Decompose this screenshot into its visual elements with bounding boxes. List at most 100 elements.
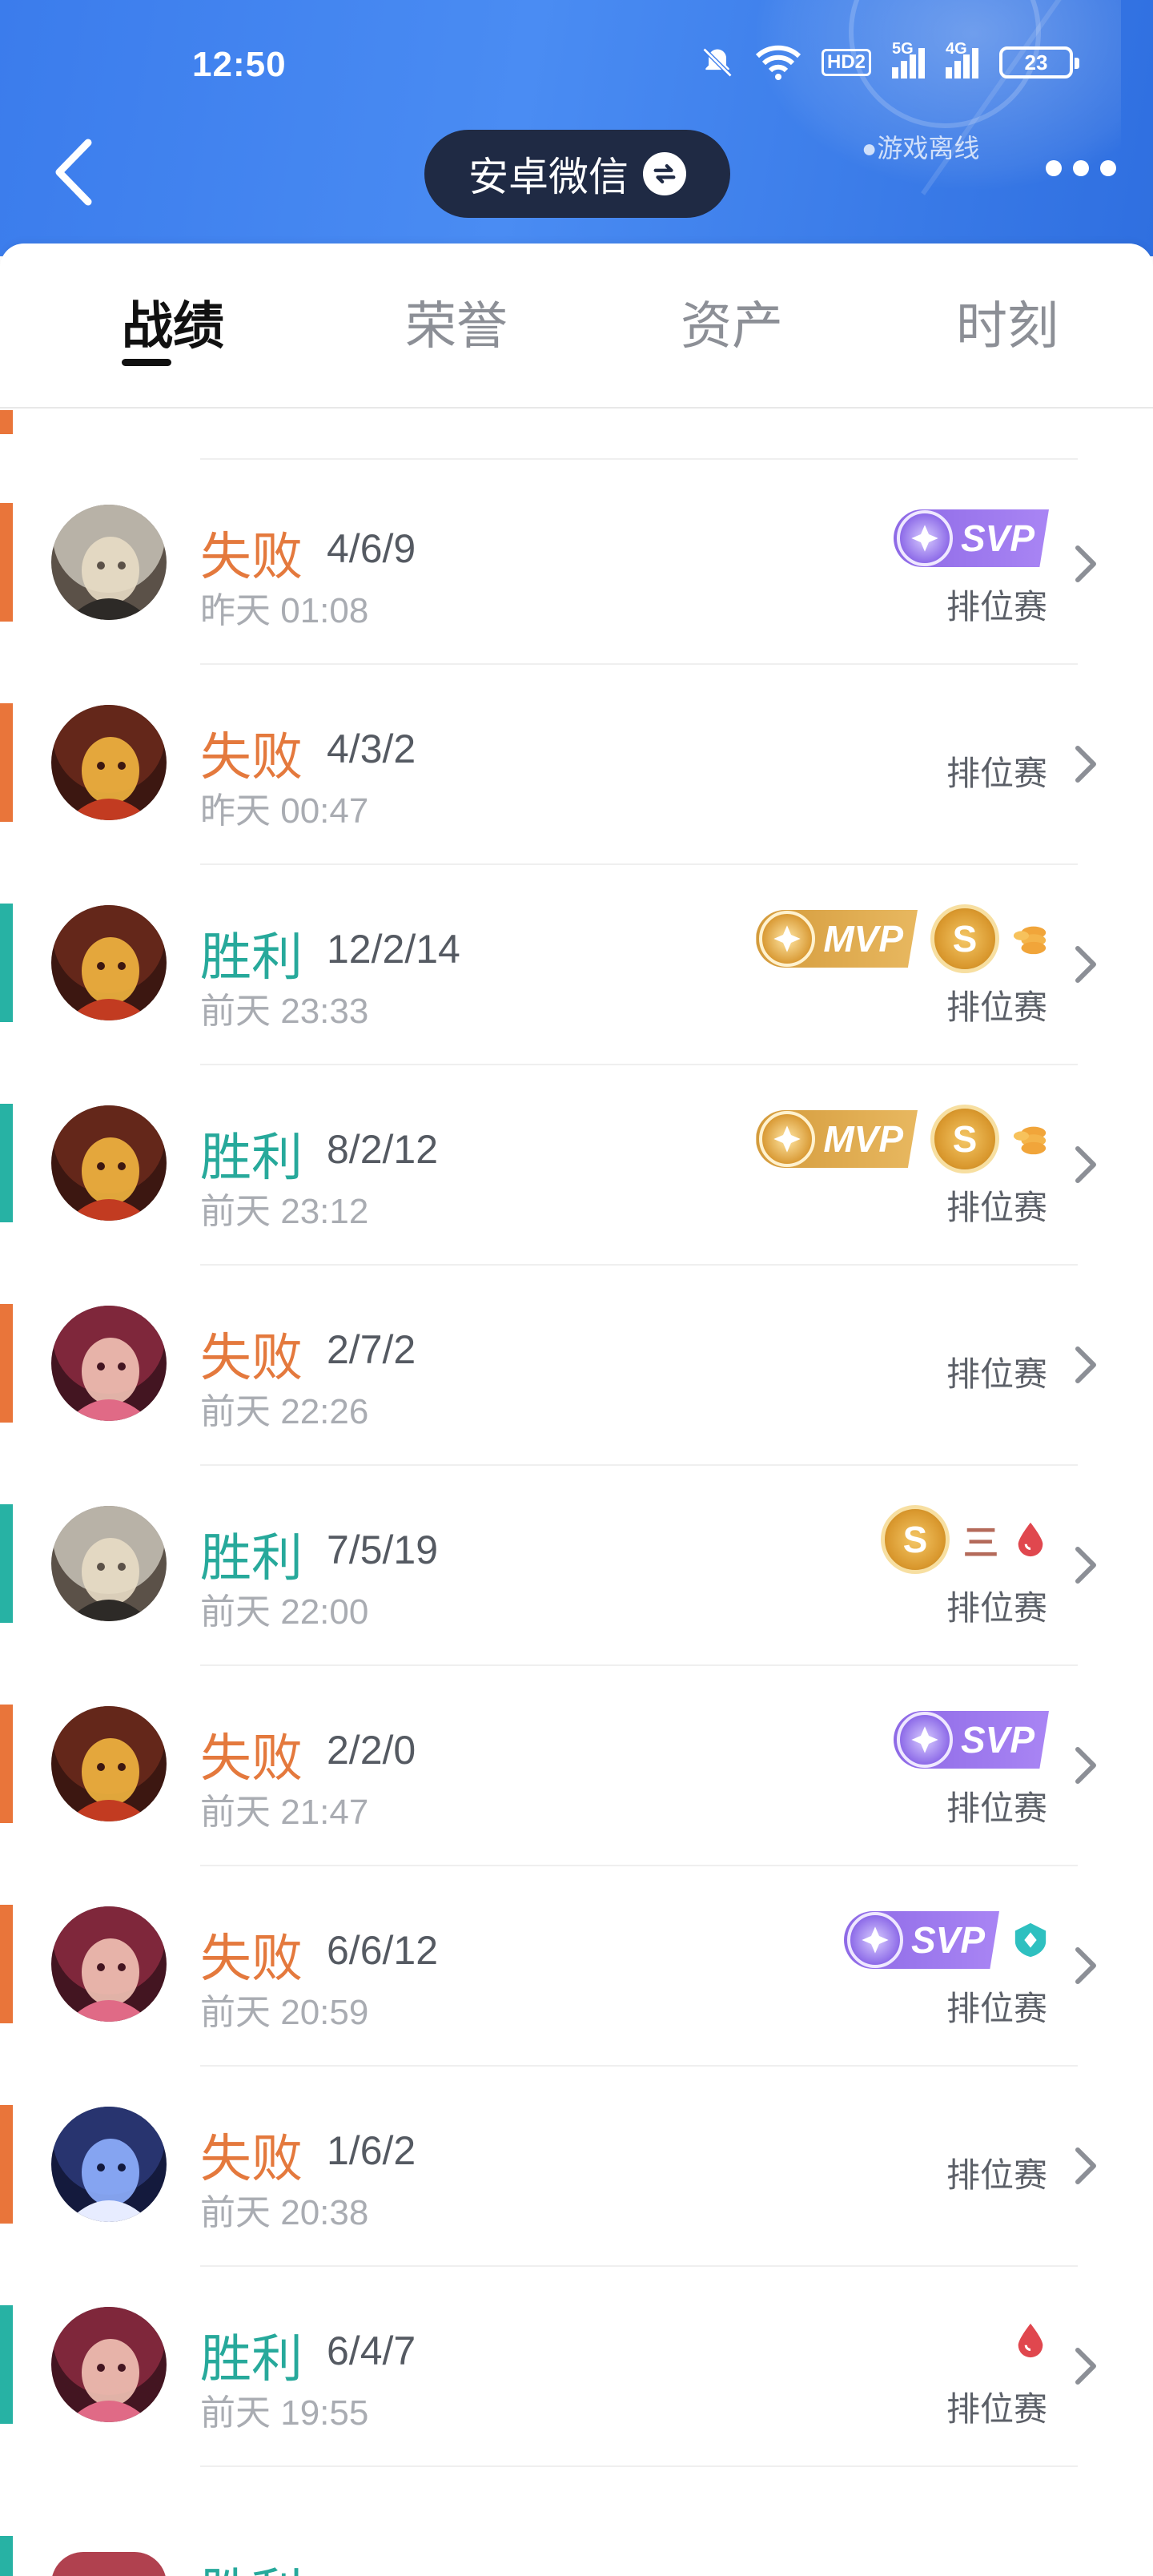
hero-avatar [51,1906,167,2022]
s-rank-coin-icon: S [930,1105,999,1173]
chevron-right-icon [1075,1947,1096,1984]
svp-emblem-icon [896,1712,953,1768]
match-kda: 8/2/12 [327,1127,439,1172]
match-row[interactable]: 失败 4/3/2 昨天 00:47 排位赛 [0,660,1153,865]
match-row[interactable]: 失败 1/6/2 前天 20:38 排位赛 [0,2062,1153,2267]
match-kda: 4/6/9 [327,526,416,571]
match-mode: 排位赛 [946,755,1047,792]
s-rank-coin-icon: S [881,1505,950,1574]
battery-icon: 23 [999,46,1079,78]
match-badges: SVP [843,1906,1049,1974]
lose-indicator-bar [0,503,13,622]
more-dot-icon [1100,160,1116,176]
lose-indicator-bar [0,2105,13,2224]
match-result: 失败 [200,728,303,786]
match-badges: S三 [881,1505,1049,1574]
mvp-badge: MVP [756,1110,918,1168]
lose-indicator-bar [0,1705,13,1823]
match-badges: SVP [893,505,1049,572]
chevron-right-icon [1075,1346,1096,1383]
mute-bell-icon [700,45,735,80]
mvp-emblem-icon [759,911,816,967]
chevron-right-icon [1075,1547,1096,1584]
match-result: 胜利 [200,928,303,986]
match-row[interactable]: 胜利 6/4/7 前天 19:55 排位赛 [0,2262,1153,2467]
mvp-badge: MVP [756,910,918,968]
win-indicator-bar [0,904,13,1022]
status-icons: HD2 5G 4G 23 [700,40,1079,80]
match-time: 前天 23:33 [200,992,369,1031]
match-mode: 排位赛 [946,1589,1047,1627]
match-time: 昨天 01:08 [200,591,369,630]
match-kda: 1/6/2 [327,2128,416,2173]
match-badges: MVP S [756,904,1049,973]
match-mode: 排位赛 [946,1355,1047,1393]
row-edge-marker [0,2536,13,2576]
match-row[interactable]: 胜利 8/2/12 前天 23:12 MVP S 排位赛 [0,1061,1153,1266]
signal-5g-icon: 5G [892,40,925,78]
win-indicator-bar [0,2305,13,2424]
lose-indicator-bar [0,1905,13,2023]
match-row[interactable]: 失败 4/6/9 昨天 01:08 SVP 排位赛 [0,460,1153,665]
match-row[interactable]: 胜利 12/2/14 前天 23:33 MVP S 排位赛 [0,860,1153,1065]
tab-record[interactable]: 战绩 [122,285,224,359]
gold-coins-icon [1012,1121,1049,1157]
match-kda: 2/7/2 [327,1327,416,1372]
match-mode: 排位赛 [946,988,1047,1026]
back-button[interactable] [46,136,102,208]
match-time: 前天 21:47 [200,1793,369,1832]
match-result: 失败 [200,1930,303,1987]
match-mode: 排位赛 [946,588,1047,626]
chevron-right-icon [1075,2147,1096,2184]
chevron-right-icon [1075,746,1096,783]
mvp-label: MVP [823,1118,903,1160]
match-row[interactable]: 失败 6/6/12 前天 20:59 SVP 排位赛 [0,1862,1153,2067]
match-kda: 2/2/0 [327,1728,416,1773]
more-dot-icon [1073,160,1089,176]
match-row[interactable]: 失败 2/2/0 前天 21:47 SVP 排位赛 [0,1661,1153,1866]
first-blood-icon [1012,1521,1049,1558]
match-time: 前天 23:12 [200,1192,369,1231]
tab-assets[interactable]: 资产 [681,285,783,359]
match-result-partial: 胜利 [200,2552,303,2576]
chevron-left-icon [55,139,92,206]
match-row[interactable]: 失败 2/7/2 前天 22:26 排位赛 [0,1261,1153,1466]
hero-avatar [51,1105,167,1221]
hero-avatar [51,705,167,820]
match-row[interactable]: 胜利 7/5/19 前天 22:00 S三 排位赛 [0,1461,1153,1666]
battery-level: 23 [1024,50,1048,74]
more-options-button[interactable] [1046,160,1116,176]
svp-emblem-icon [896,510,953,566]
match-mode: 排位赛 [946,2156,1047,2194]
hero-avatar [51,1706,167,1821]
match-result: 胜利 [200,2330,303,2388]
match-kda: 12/2/14 [327,927,460,972]
shield-icon [1012,1922,1049,1958]
gold-coins-icon [1012,920,1049,957]
account-switch-button[interactable]: 安卓微信 [424,130,730,218]
hero-avatar [51,505,167,620]
hero-avatar [51,1306,167,1421]
mvp-emblem-icon [759,1111,816,1167]
more-dot-icon [1046,160,1062,176]
match-result: 失败 [200,1329,303,1387]
match-time: 昨天 00:47 [200,791,369,831]
lose-indicator-bar [0,703,13,822]
match-time: 前天 20:38 [200,2193,369,2232]
match-time: 前天 19:55 [200,2393,369,2433]
match-kda: 6/6/12 [327,1928,439,1973]
win-indicator-bar [0,1504,13,1623]
svp-badge: SVP [843,1911,999,1969]
match-kda: 7/5/19 [327,1527,439,1572]
match-kda: 4/3/2 [327,727,416,771]
match-mode: 排位赛 [946,1189,1047,1226]
hd-icon: HD2 [821,49,871,76]
svp-label: SVP [960,517,1034,559]
tab-honor[interactable]: 荣誉 [405,285,508,359]
tab-bar: 战绩 荣誉 资产 时刻 [0,244,1153,409]
offline-status: ●游戏离线 [862,134,980,163]
match-badges [1012,2307,1049,2374]
match-result: 失败 [200,2130,303,2188]
tab-moments[interactable]: 时刻 [956,285,1059,359]
active-tab-indicator [122,359,171,366]
